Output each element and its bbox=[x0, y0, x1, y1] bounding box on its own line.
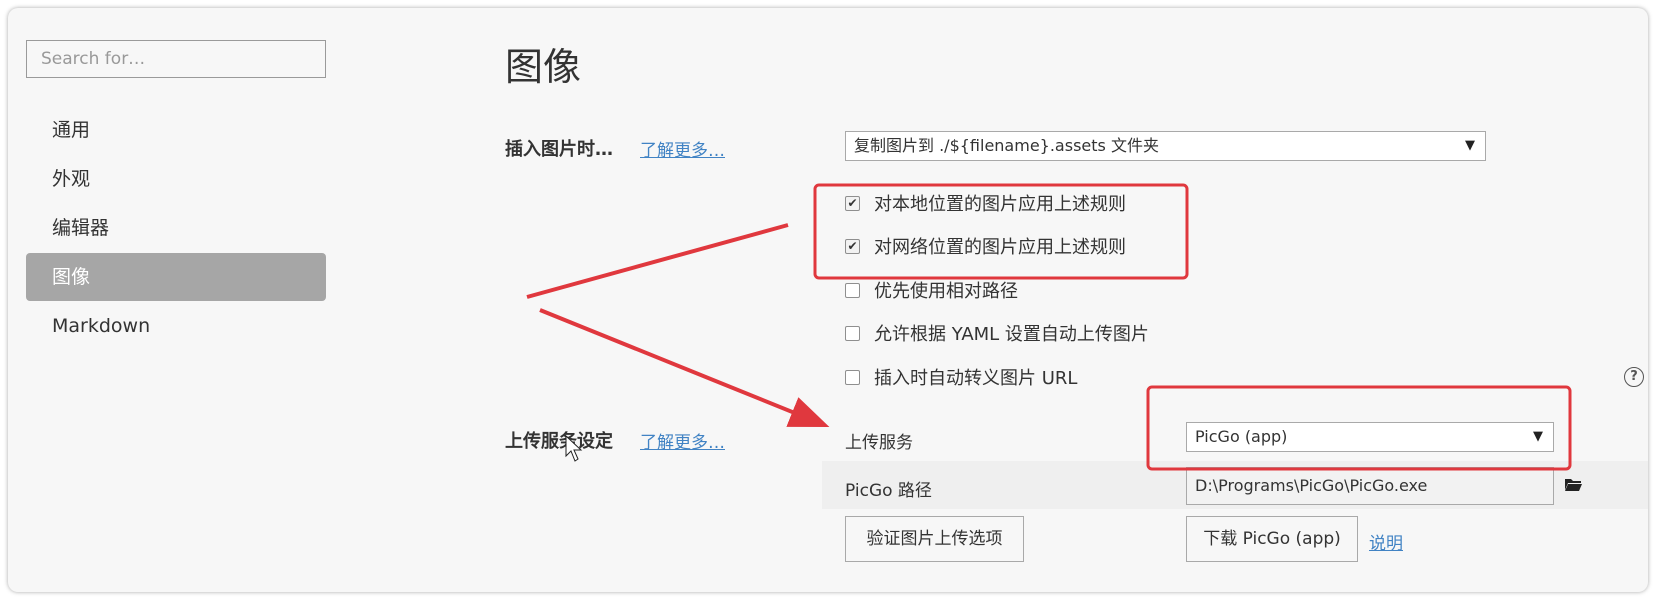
upload-service-label: 上传服务 bbox=[845, 433, 913, 453]
checkbox-label: 插入时自动转义图片 URL bbox=[874, 368, 1078, 389]
question-circle-icon[interactable]: ? bbox=[1624, 367, 1644, 387]
checkbox-label: 对网络位置的图片应用上述规则 bbox=[874, 237, 1126, 258]
caret-down-icon: ▼ bbox=[1533, 429, 1543, 444]
upload-service-value: PicGo (app) bbox=[1195, 427, 1288, 446]
insert-image-section-label: 插入图片时… bbox=[505, 139, 613, 160]
picgo-path-label: PicGo 路径 bbox=[845, 481, 932, 501]
download-picgo-button[interactable]: 下载 PicGo (app) bbox=[1186, 516, 1358, 562]
checkbox-row-relative[interactable]: 优先使用相对路径 bbox=[845, 275, 1018, 305]
checkbox-row-local[interactable]: ✔ 对本地位置的图片应用上述规则 bbox=[845, 188, 1126, 218]
sidebar-item-appearance[interactable]: 外观 bbox=[26, 155, 326, 203]
verify-upload-button[interactable]: 验证图片上传选项 bbox=[845, 516, 1024, 562]
insert-learn-more-link[interactable]: 了解更多… bbox=[640, 136, 725, 161]
upload-section-label: 上传服务设定 bbox=[505, 431, 613, 452]
insert-action-value: 复制图片到 ./${filename}.assets 文件夹 bbox=[854, 136, 1159, 155]
caret-down-icon: ▼ bbox=[1465, 138, 1475, 153]
picgo-path-input[interactable]: D:\Programs\PicGo\PicGo.exe bbox=[1186, 467, 1554, 505]
checkbox-yaml-upload[interactable] bbox=[845, 325, 860, 341]
sidebar-item-markdown[interactable]: Markdown bbox=[26, 302, 326, 350]
checkbox-row-yaml[interactable]: 允许根据 YAML 设置自动上传图片 bbox=[845, 318, 1149, 348]
sidebar-item-editor[interactable]: 编辑器 bbox=[26, 204, 326, 252]
checkbox-label: 对本地位置的图片应用上述规则 bbox=[874, 194, 1126, 215]
sidebar-item-image[interactable]: 图像 bbox=[26, 253, 326, 301]
checkbox-label: 优先使用相对路径 bbox=[874, 281, 1018, 302]
checkbox-relative-path[interactable] bbox=[845, 282, 860, 298]
checkbox-network-images[interactable]: ✔ bbox=[845, 238, 860, 254]
checkbox-local-images[interactable]: ✔ bbox=[845, 195, 860, 211]
checkbox-escape-url[interactable] bbox=[845, 369, 860, 385]
folder-open-icon[interactable] bbox=[1564, 476, 1582, 492]
checkbox-label: 允许根据 YAML 设置自动上传图片 bbox=[874, 324, 1149, 345]
upload-learn-more-link[interactable]: 了解更多… bbox=[640, 428, 725, 453]
upload-service-select[interactable]: PicGo (app) ▼ bbox=[1186, 422, 1554, 452]
sidebar-item-general[interactable]: 通用 bbox=[26, 106, 326, 154]
help-docs-link[interactable]: 说明 bbox=[1369, 529, 1403, 554]
search-input[interactable] bbox=[26, 40, 326, 78]
checkbox-row-escape[interactable]: 插入时自动转义图片 URL bbox=[845, 362, 1077, 392]
checkbox-row-network[interactable]: ✔ 对网络位置的图片应用上述规则 bbox=[845, 231, 1126, 261]
page-title: 图像 bbox=[505, 45, 582, 89]
insert-action-select[interactable]: 复制图片到 ./${filename}.assets 文件夹 ▼ bbox=[845, 131, 1486, 161]
